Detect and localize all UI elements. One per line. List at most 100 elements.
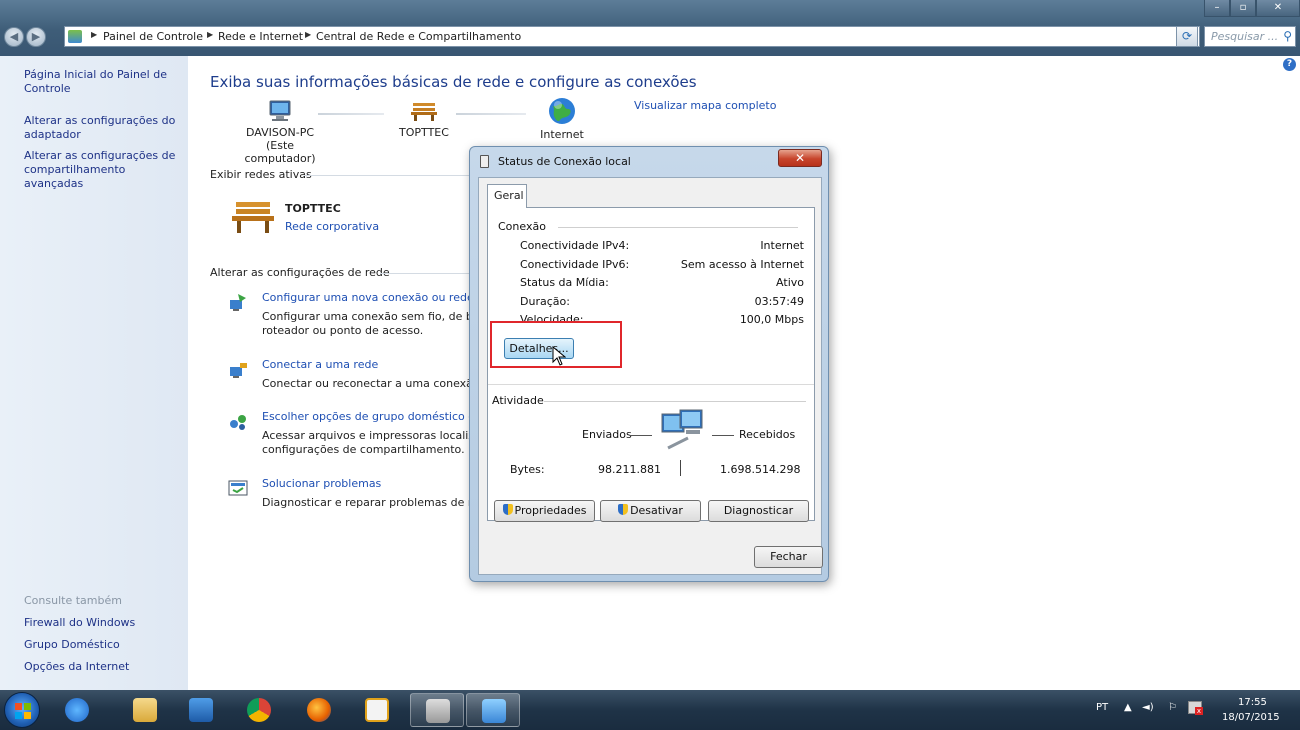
duration-value: 03:57:49 [754,295,804,308]
address-field[interactable]: ▶ Painel de Controle ▶ Rede e Internet ▶… [64,26,1200,47]
speed-value: 100,0 Mbps [739,313,804,326]
sidebar-link-home[interactable]: Página Inicial do Painel de Controle [24,68,184,96]
control-panel-icon [68,30,82,43]
computer-icon [269,100,291,121]
network-activity-icon [661,409,703,450]
windows-logo-icon [15,703,31,719]
uac-shield-icon [502,504,513,515]
uac-shield-icon [618,504,629,515]
windows-start-icon[interactable] [4,692,40,728]
see-also-title: Consulte também [24,594,122,607]
close-dialog-button[interactable]: Fechar [754,546,823,568]
media-status-value: Ativo [776,276,804,289]
app-grid-icon [365,698,389,722]
taskbar-internet-explorer[interactable] [50,693,104,727]
explorer-address-bar: – ▫ ✕ ◀ ▶ ▶ Painel de Controle ▶ Rede e … [0,0,1300,56]
dialog-close-button[interactable]: ✕ [778,149,822,167]
network-name-label: TOPTTEC [399,126,449,139]
breadcrumb-network-center[interactable]: Central de Rede e Compartilhamento [316,30,521,43]
search-icon[interactable]: ⚲ [1283,29,1292,43]
bytes-received-value: 1.698.514.298 [720,463,801,476]
tab-geral[interactable]: Geral [487,184,527,208]
duration-label: Duração: [520,295,570,308]
folder-icon [133,698,157,722]
window-controls: – ▫ ✕ [1204,0,1300,18]
search-placeholder: Pesquisar ... [1211,30,1279,43]
bytes-divider [680,460,681,476]
sidebar-link-firewall[interactable]: Firewall do Windows [24,616,135,629]
language-indicator[interactable]: PT [1096,702,1108,713]
system-tray: PT ▲ ◄) ⚐ x [1090,690,1300,730]
network-error-icon[interactable]: x [1188,701,1203,715]
computer-subtitle: (Este computador) [244,139,316,165]
view-full-map-link[interactable]: Visualizar mapa completo [634,99,776,112]
show-hidden-icons-icon[interactable]: ▲ [1124,702,1132,713]
sidebar-link-adapter-settings[interactable]: Alterar as configurações do adaptador [24,114,184,142]
network-type-link[interactable]: Rede corporativa [285,220,379,233]
taskbar: PT ▲ ◄) ⚐ x 17:55 18/07/2015 [0,690,1300,730]
maximize-button[interactable]: ▫ [1230,0,1256,17]
breadcrumb-separator-icon: ▶ [91,30,98,39]
received-line [712,435,734,436]
taskbar-file-explorer[interactable] [118,693,172,727]
refresh-icon[interactable]: ⟳ [1176,26,1198,47]
clock-date[interactable]: 18/07/2015 [1222,712,1280,723]
disable-button[interactable]: Desativar [600,500,701,522]
diagnose-button[interactable]: Diagnosticar [708,500,809,522]
breadcrumb-control-panel[interactable]: Painel de Controle [103,30,203,43]
received-label: Recebidos [739,428,796,441]
map-node-computer: DAVISON-PC (Este computador) [232,100,328,165]
troubleshoot-icon [228,480,248,496]
ipv4-value: Internet [760,239,804,252]
network-adapter-icon [480,155,489,168]
sidebar-link-sharing-settings[interactable]: Alterar as configurações de compartilham… [24,149,184,191]
homegroup-icon [230,415,246,430]
forward-arrow-icon[interactable]: ▶ [26,27,46,47]
highlight-box [490,321,622,368]
dialog-title: Status de Conexão local [498,155,631,168]
task-new-connection-link[interactable]: Configurar uma nova conexão ou rede [262,291,474,304]
volume-icon[interactable]: ◄) [1142,702,1154,713]
map-node-network: TOPTTEC [384,100,464,139]
bench-network-icon [411,103,437,121]
task-troubleshoot-link[interactable]: Solucionar problemas [262,477,381,490]
group-divider [488,384,814,385]
search-input[interactable]: Pesquisar ... ⚲ [1204,26,1296,47]
properties-button[interactable]: Propriedades [494,500,595,522]
breadcrumb-network-internet[interactable]: Rede e Internet [218,30,303,43]
map-node-internet: Internet [522,96,602,141]
taskbar-chrome[interactable] [232,693,286,727]
clock-time[interactable]: 17:55 [1238,697,1267,708]
bench-network-icon [232,202,274,233]
sidebar-link-internet-options[interactable]: Opções da Internet [24,660,129,673]
taskbar-app-grid[interactable] [350,693,404,727]
action-center-icon[interactable]: ⚐ [1168,702,1177,713]
taskbar-firefox[interactable] [292,693,346,727]
back-arrow-icon[interactable]: ◀ [4,27,24,47]
window-close-button[interactable]: ✕ [1256,0,1300,17]
group-divider [558,227,798,228]
section-divider [304,175,474,176]
taskbar-network-app[interactable] [410,693,464,727]
error-badge-icon: x [1195,707,1203,715]
task-connect-link[interactable]: Conectar a uma rede [262,358,378,371]
breadcrumb-separator-icon: ▶ [207,30,214,39]
taskbar-control-panel[interactable] [466,693,520,727]
help-icon[interactable]: ? [1283,58,1296,71]
change-settings-title: Alterar as configurações de rede [210,266,390,279]
group-divider [544,401,806,402]
task-homegroup-desc2: configurações de compartilhamento. [262,443,465,456]
task-homegroup-link[interactable]: Escolher opções de grupo doméstico e de [262,410,492,423]
minimize-button[interactable]: – [1204,0,1230,17]
sent-label: Enviados [582,428,632,441]
breadcrumb-separator-icon: ▶ [305,30,312,39]
bytes-label: Bytes: [510,463,545,476]
network-app-icon [426,699,450,723]
sidebar-link-homegroup[interactable]: Grupo Doméstico [24,638,120,651]
internet-label: Internet [540,128,584,141]
taskbar-media-player[interactable] [174,693,228,727]
media-player-icon [189,698,213,722]
task-new-connection-desc: Configurar uma conexão sem fio, de band [262,310,494,323]
ipv6-value: Sem acesso à Internet [680,258,804,271]
map-connection-line [318,113,384,115]
